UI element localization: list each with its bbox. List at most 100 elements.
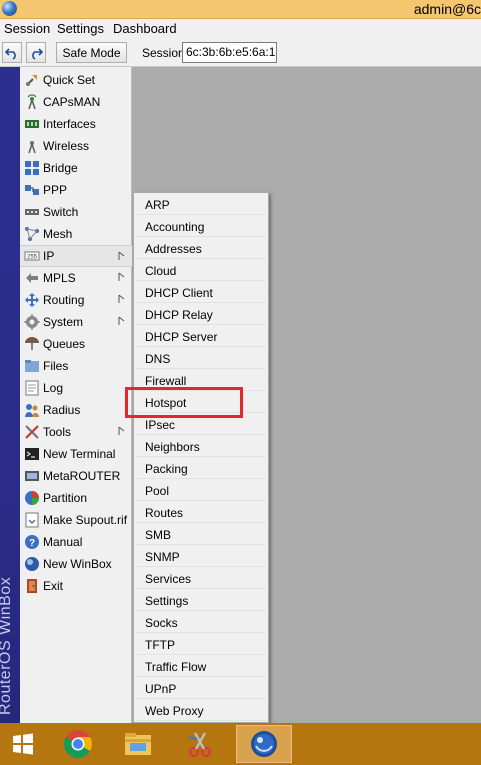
- submenu-item-routes[interactable]: Routes: [136, 501, 266, 523]
- metarouter-icon: [24, 468, 40, 484]
- tools-icon: [24, 424, 40, 440]
- taskbar-file-explorer[interactable]: [110, 725, 166, 763]
- queues-icon: [24, 336, 40, 352]
- submenu-item-tftp[interactable]: TFTP: [136, 633, 266, 655]
- menu-item-capsman[interactable]: CAPsMAN: [20, 91, 132, 113]
- menu-item-ip[interactable]: 255 IP: [20, 245, 132, 267]
- submenu-item-snmp[interactable]: SNMP: [136, 545, 266, 567]
- quick-set-icon: [24, 72, 40, 88]
- svg-text:255: 255: [27, 255, 38, 261]
- menu-item-manual[interactable]: ? Manual: [20, 531, 132, 553]
- submenu-item-pool[interactable]: Pool: [136, 479, 266, 501]
- submenu-item-packing[interactable]: Packing: [136, 457, 266, 479]
- menu-item-new-winbox[interactable]: New WinBox: [20, 553, 132, 575]
- taskbar-chrome[interactable]: [50, 725, 106, 763]
- menu-bar: Session Settings Dashboard: [0, 19, 481, 38]
- taskbar-snipping-tool[interactable]: [172, 725, 228, 763]
- menu-item-routing[interactable]: Routing: [20, 289, 132, 311]
- submenu-item-web-proxy[interactable]: Web Proxy: [136, 699, 266, 721]
- submenu-item-settings[interactable]: Settings: [136, 589, 266, 611]
- hotspot-highlight-box: [125, 387, 243, 418]
- submenu-item-traffic-flow[interactable]: Traffic Flow: [136, 655, 266, 677]
- menu-item-make-supout[interactable]: Make Supout.rif: [20, 509, 132, 531]
- menu-item-wireless[interactable]: Wireless: [20, 135, 132, 157]
- menu-dashboard[interactable]: Dashboard: [113, 21, 177, 36]
- ip-submenu: ARP Accounting Addresses Cloud DHCP Clie…: [133, 192, 269, 723]
- wireless-icon: [24, 138, 40, 154]
- submenu-item-dhcp-relay[interactable]: DHCP Relay: [136, 303, 266, 325]
- title-bar: admin@6c: [0, 0, 481, 19]
- windows-start-icon: [13, 733, 33, 755]
- switch-icon: [24, 204, 40, 220]
- start-button[interactable]: [0, 725, 46, 763]
- menu-item-bridge[interactable]: Bridge: [20, 157, 132, 179]
- winbox-icon: [24, 556, 40, 572]
- menu-item-tools[interactable]: Tools: [20, 421, 132, 443]
- toolbar: Safe Mode Session: 6c:3b:6b:e5:6a:1e: [0, 38, 481, 67]
- submenu-item-socks[interactable]: Socks: [136, 611, 266, 633]
- menu-item-mpls[interactable]: MPLS: [20, 267, 132, 289]
- menu-item-radius[interactable]: Radius: [20, 399, 132, 421]
- safe-mode-button[interactable]: Safe Mode: [56, 42, 127, 63]
- system-icon: [24, 314, 40, 330]
- menu-item-ppp[interactable]: PPP: [20, 179, 132, 201]
- menu-item-system[interactable]: System: [20, 311, 132, 333]
- main-menu: Quick Set CAPsMAN Interfaces Wireless Br…: [20, 67, 132, 723]
- routing-icon: [24, 292, 40, 308]
- submenu-item-smb[interactable]: SMB: [136, 523, 266, 545]
- submenu-arrow-icon: [118, 426, 125, 435]
- exit-icon: [24, 578, 40, 594]
- mpls-icon: [24, 270, 40, 286]
- bridge-icon: [24, 160, 40, 176]
- submenu-item-neighbors[interactable]: Neighbors: [136, 435, 266, 457]
- submenu-item-dns[interactable]: DNS: [136, 347, 266, 369]
- menu-item-quick-set[interactable]: Quick Set: [20, 69, 132, 91]
- menu-item-partition[interactable]: Partition: [20, 487, 132, 509]
- menu-item-queues[interactable]: Queues: [20, 333, 132, 355]
- files-icon: [24, 358, 40, 374]
- partition-icon: [24, 490, 40, 506]
- menu-item-exit[interactable]: Exit: [20, 575, 132, 597]
- supout-icon: [24, 512, 40, 528]
- file-explorer-icon: [125, 733, 151, 755]
- undo-icon: [5, 47, 16, 60]
- ppp-icon: [24, 182, 40, 198]
- taskbar-winbox[interactable]: [236, 725, 292, 763]
- undo-button[interactable]: [2, 42, 22, 63]
- submenu-item-accounting[interactable]: Accounting: [136, 215, 266, 237]
- menu-item-log[interactable]: Log: [20, 377, 132, 399]
- svg-text:?: ?: [29, 538, 35, 549]
- redo-button[interactable]: [26, 42, 46, 63]
- brand-text: RouterOS WinBox: [0, 576, 14, 715]
- window-title: admin@6c: [413, 1, 481, 17]
- interfaces-icon: [24, 116, 40, 132]
- menu-item-new-terminal[interactable]: New Terminal: [20, 443, 132, 465]
- winbox-app-icon: [2, 1, 17, 16]
- mesh-icon: [24, 226, 40, 242]
- menu-item-interfaces[interactable]: Interfaces: [20, 113, 132, 135]
- taskbar: [0, 723, 481, 765]
- submenu-item-cloud[interactable]: Cloud: [136, 259, 266, 281]
- terminal-icon: [24, 446, 40, 462]
- menu-item-files[interactable]: Files: [20, 355, 132, 377]
- submenu-item-dhcp-server[interactable]: DHCP Server: [136, 325, 266, 347]
- submenu-item-addresses[interactable]: Addresses: [136, 237, 266, 259]
- winbox-taskbar-icon: [251, 731, 277, 757]
- submenu-item-arp[interactable]: ARP: [136, 193, 266, 215]
- menu-item-switch[interactable]: Switch: [20, 201, 132, 223]
- submenu-arrow-icon: [118, 272, 125, 281]
- snipping-tool-icon: [188, 732, 212, 758]
- capsman-icon: [24, 94, 40, 110]
- submenu-item-upnp[interactable]: UPnP: [136, 677, 266, 699]
- menu-session[interactable]: Session: [4, 21, 50, 36]
- submenu-item-dhcp-client[interactable]: DHCP Client: [136, 281, 266, 303]
- radius-icon: [24, 402, 40, 418]
- menu-item-mesh[interactable]: Mesh: [20, 223, 132, 245]
- ip-icon: 255: [24, 248, 40, 264]
- session-field[interactable]: 6c:3b:6b:e5:6a:1e: [182, 42, 277, 63]
- submenu-item-services[interactable]: Services: [136, 567, 266, 589]
- chrome-icon: [64, 730, 92, 758]
- menu-settings[interactable]: Settings: [57, 21, 104, 36]
- submenu-arrow-icon: [118, 251, 125, 260]
- menu-item-metarouter[interactable]: MetaROUTER: [20, 465, 132, 487]
